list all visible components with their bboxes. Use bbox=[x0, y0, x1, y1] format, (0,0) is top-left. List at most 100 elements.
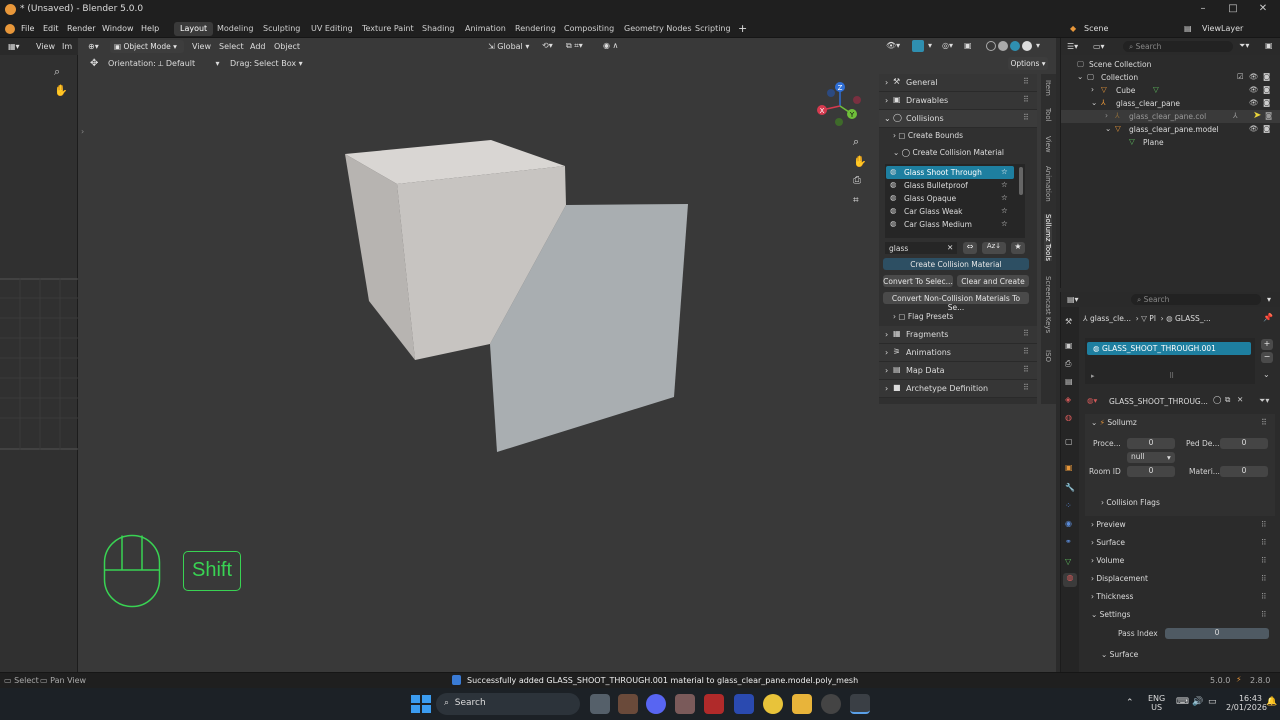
outliner-row-scene-collection[interactable]: ▢ Scene Collection bbox=[1061, 58, 1280, 71]
list-item-glass-opaque[interactable]: ◍ Glass Opaque ☆ bbox=[886, 192, 1014, 205]
camera-view-icon[interactable]: ⎙ bbox=[853, 175, 861, 186]
outliner-row-collection[interactable]: ⌄ ▢ Collection ☑ 👁 ◙ bbox=[1061, 71, 1280, 84]
left-image-menu[interactable]: Im bbox=[62, 42, 72, 51]
properties-editor-type-icon[interactable]: ▤▾ bbox=[1067, 295, 1079, 304]
collision-material-list[interactable]: ◍ Glass Shoot Through ☆ ◍ Glass Bulletpr… bbox=[885, 164, 1025, 238]
outliner-search-input[interactable]: ⌕ Search bbox=[1123, 41, 1233, 52]
language-indicator[interactable]: ENG US bbox=[1148, 694, 1165, 712]
sollumz-panel-header[interactable]: ⌄ ⚡ Sollumz bbox=[1091, 418, 1137, 427]
remove-slot-icon[interactable]: − bbox=[1261, 352, 1273, 363]
menu-file[interactable]: File bbox=[21, 24, 34, 33]
blender-menu-icon[interactable] bbox=[5, 24, 15, 34]
data-tab-icon[interactable]: ▽ bbox=[1065, 557, 1071, 566]
modifier-tab-icon[interactable]: 🔧 bbox=[1065, 483, 1075, 492]
material-slot-item[interactable]: ◍ GLASS_SHOOT_THROUGH.001 bbox=[1087, 342, 1251, 355]
clear-and-create-button[interactable]: Clear and Create ... bbox=[957, 275, 1029, 295]
sidebar-tab-view[interactable]: View bbox=[1044, 136, 1052, 153]
tool-tab-icon[interactable]: ⚒ bbox=[1065, 317, 1072, 326]
render-tab-icon[interactable]: ▣ bbox=[1065, 341, 1073, 350]
chrome-icon[interactable] bbox=[763, 694, 783, 714]
physics-tab-icon[interactable]: ◉ bbox=[1065, 519, 1072, 528]
outliner-editor-type-icon[interactable]: ☰▾ bbox=[1067, 42, 1078, 51]
filter-favorites-icon[interactable]: ★ bbox=[1011, 242, 1025, 254]
maximize-button[interactable]: □ bbox=[1218, 3, 1248, 14]
app-icon-3[interactable] bbox=[704, 694, 724, 714]
material-tab-icon[interactable]: ◍ bbox=[1063, 573, 1077, 587]
room-id-field[interactable]: 0 bbox=[1127, 466, 1175, 477]
material-filter-icon[interactable]: ⏷▾ bbox=[1259, 396, 1269, 406]
sidebar-tab-animation[interactable]: Animation bbox=[1044, 166, 1052, 202]
volume-icon[interactable]: 🔊 bbox=[1192, 697, 1203, 707]
tab-geometry-nodes[interactable]: Geometry Nodes bbox=[618, 22, 697, 36]
outliner-row-glass-clear-pane-col[interactable]: › ⅄ glass_clear_pane.col ⅄ ➤ ◙ bbox=[1061, 110, 1280, 123]
windows-start-icon[interactable] bbox=[410, 694, 431, 714]
3d-viewport[interactable]: ⊕▾ ▣ Object Mode ▾ View Select Add Objec… bbox=[78, 38, 1056, 672]
convert-non-collision-button[interactable]: Convert Non-Collision Materials To Se... bbox=[883, 292, 1029, 312]
left-view-menu[interactable]: View bbox=[36, 42, 55, 51]
null-select[interactable]: null ▾ bbox=[1127, 452, 1175, 463]
sidebar-tab-item[interactable]: Item bbox=[1044, 80, 1052, 96]
slot-menu-icon[interactable]: ⌄ bbox=[1263, 370, 1270, 379]
sidebar-tab-sollumz-tools[interactable]: Sollumz Tools bbox=[1044, 214, 1052, 262]
outliner-row-cube[interactable]: › ▽ Cube ▽ 👁 ◙ bbox=[1061, 84, 1280, 97]
menu-edit[interactable]: Edit bbox=[43, 24, 59, 33]
list-item-glass-shoot-through[interactable]: ◍ Glass Shoot Through ☆ bbox=[886, 166, 1014, 179]
sidebar-tab-iso[interactable]: ISO bbox=[1044, 350, 1052, 362]
app-icon-2[interactable] bbox=[675, 694, 695, 714]
tab-uv-editing[interactable]: UV Editing bbox=[305, 22, 359, 36]
list-item-car-glass-medium[interactable]: ◍ Car Glass Medium ☆ bbox=[886, 218, 1014, 231]
section-fragments[interactable]: › ▦ Fragments ⠿ bbox=[879, 326, 1037, 344]
outliner-row-glass-clear-pane-model[interactable]: ⌄ ▽ glass_clear_pane.model 👁 ◙ bbox=[1061, 123, 1280, 136]
sidebar-tab-tool[interactable]: Tool bbox=[1044, 108, 1052, 122]
outliner-row-glass-clear-pane[interactable]: ⌄ ⅄ glass_clear_pane 👁 ◙ bbox=[1061, 97, 1280, 110]
add-slot-icon[interactable]: + bbox=[1261, 339, 1273, 350]
close-button[interactable]: ✕ bbox=[1248, 3, 1278, 14]
tab-animation[interactable]: Animation bbox=[459, 22, 512, 36]
properties-options-icon[interactable]: ▾ bbox=[1267, 295, 1271, 304]
section-displacement[interactable]: › Displacement ⠿ bbox=[1085, 570, 1275, 588]
section-volume[interactable]: › Volume ⠿ bbox=[1085, 552, 1275, 570]
app-icon-4[interactable] bbox=[734, 694, 754, 714]
world-tab-icon[interactable]: ◍ bbox=[1065, 413, 1072, 422]
tab-rendering[interactable]: Rendering bbox=[509, 22, 562, 36]
list-item-glass-bulletproof[interactable]: ◍ Glass Bulletproof ☆ bbox=[886, 179, 1014, 192]
tab-scripting[interactable]: Scripting bbox=[689, 22, 737, 36]
app-icon-5[interactable] bbox=[821, 694, 841, 714]
tab-layout[interactable]: Layout bbox=[174, 22, 214, 36]
section-animations[interactable]: › ⚞ Animations ⠿ bbox=[879, 344, 1037, 362]
menu-help[interactable]: Help bbox=[141, 24, 159, 33]
display-mode-icon[interactable]: ▭▾ bbox=[1093, 42, 1105, 51]
section-general[interactable]: › ⚒ General ⠿ bbox=[879, 74, 1037, 92]
clock[interactable]: 16:43 2/01/2026 bbox=[1226, 694, 1267, 712]
constraints-tab-icon[interactable]: ⚭ bbox=[1065, 537, 1072, 546]
tab-compositing[interactable]: Compositing bbox=[558, 22, 620, 36]
section-archetype-definition[interactable]: › ■ Archetype Definition ⠿ bbox=[879, 380, 1037, 398]
subsection-surface[interactable]: ⌄ Surface bbox=[1095, 648, 1275, 666]
outliner-row-plane[interactable]: ▽ Plane bbox=[1061, 136, 1280, 149]
collection-tab-icon[interactable]: ▢ bbox=[1065, 437, 1073, 446]
tray-chevron-icon[interactable]: ⌃ bbox=[1126, 698, 1134, 708]
tab-sculpting[interactable]: Sculpting bbox=[257, 22, 306, 36]
particles-tab-icon[interactable]: ⁘ bbox=[1065, 501, 1072, 510]
procedural-id-field[interactable]: 0 bbox=[1127, 438, 1175, 449]
section-collisions[interactable]: ⌄ ◯ Collisions ⠿ bbox=[879, 110, 1037, 128]
task-view-icon[interactable] bbox=[590, 694, 610, 714]
notifications-icon[interactable]: 🔔 bbox=[1266, 697, 1277, 707]
battery-icon[interactable]: ▭ bbox=[1208, 697, 1217, 707]
zoom-icon[interactable]: ⌕ bbox=[54, 65, 60, 79]
material-filter-input[interactable]: glass ✕ bbox=[885, 242, 957, 254]
add-workspace-icon[interactable]: + bbox=[738, 22, 747, 35]
network-icon[interactable]: ⌨ bbox=[1176, 697, 1189, 707]
minimize-button[interactable]: – bbox=[1188, 3, 1218, 14]
scene-name[interactable]: Scene bbox=[1084, 24, 1108, 33]
editor-type-icon[interactable]: ▦▾ bbox=[8, 42, 20, 51]
material-datablock[interactable]: ◍▾ GLASS_SHOOT_THROUG... ◯ ⧉ ✕ bbox=[1085, 394, 1265, 408]
section-map-data[interactable]: › ▤ Map Data ⠿ bbox=[879, 362, 1037, 380]
scene-tab-icon[interactable]: ◈ bbox=[1065, 395, 1071, 404]
create-bounds-subpanel[interactable]: › ▢ Create Bounds bbox=[893, 131, 963, 140]
create-collision-material-button[interactable]: Create Collision Material bbox=[883, 258, 1029, 270]
output-tab-icon[interactable]: ⎙ bbox=[1065, 359, 1071, 369]
section-settings[interactable]: ⌄ Settings ⠿ bbox=[1085, 606, 1275, 624]
app-icon-1[interactable] bbox=[618, 694, 638, 714]
taskbar-search[interactable]: ⌕ Search bbox=[436, 693, 580, 715]
